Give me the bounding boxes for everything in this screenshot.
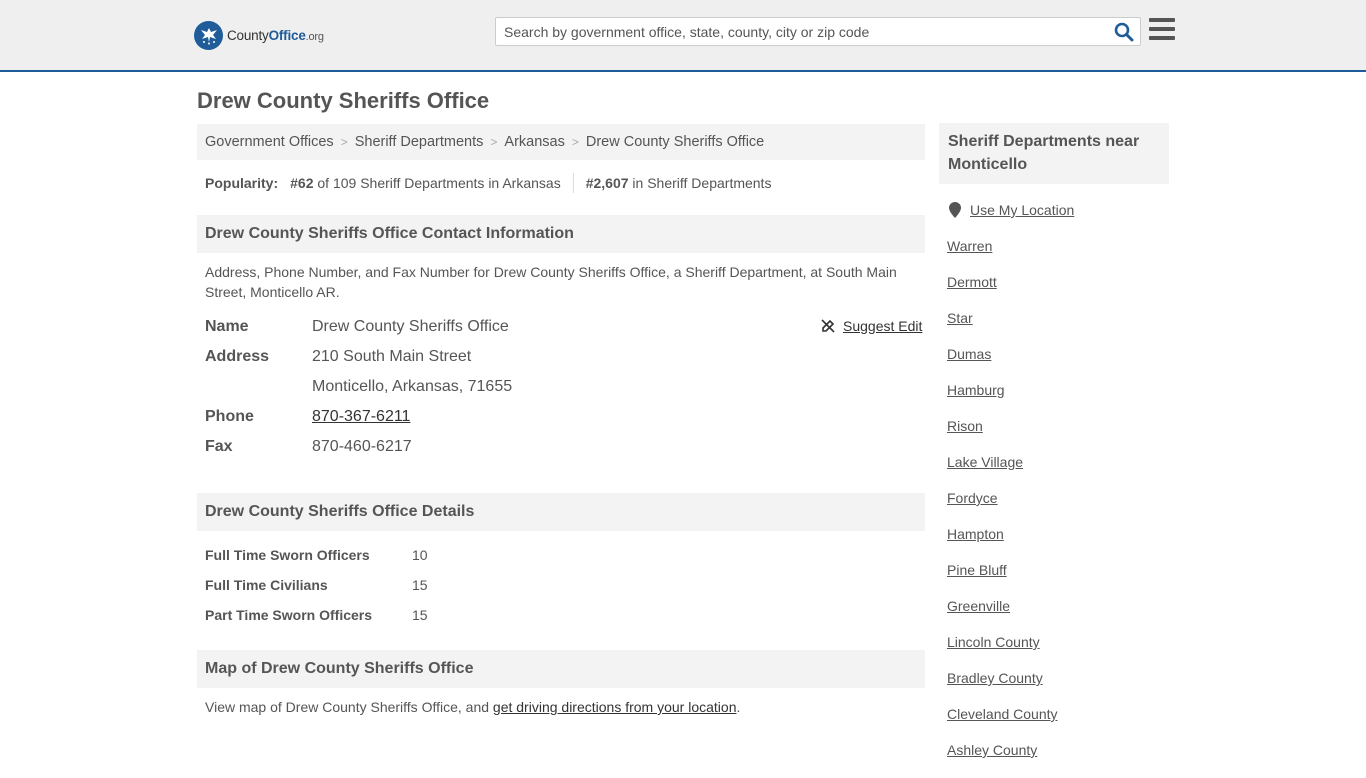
nearby-departments-list: Warren Dermott Star Dumas Hamburg Rison …	[947, 238, 1058, 778]
list-item: Dermott	[947, 274, 1058, 310]
detail-value: 15	[412, 577, 428, 593]
list-item: Dumas	[947, 346, 1058, 382]
menu-bar	[1149, 18, 1175, 22]
detail-value: 10	[412, 547, 428, 563]
nearby-link-hampton[interactable]: Hampton	[947, 526, 1004, 542]
detail-label: Full Time Civilians	[205, 577, 328, 593]
eagle-seal-icon	[194, 20, 223, 50]
list-item: Greenville	[947, 598, 1058, 634]
search-box	[495, 17, 1141, 46]
page-title: Drew County Sheriffs Office	[197, 88, 490, 113]
fax-value: 870-460-6217	[312, 438, 412, 455]
nearby-link-rison[interactable]: Rison	[947, 418, 983, 434]
suggest-edit-link[interactable]: Suggest Edit	[843, 318, 922, 334]
name-label: Name	[205, 318, 249, 335]
popularity-stats: Popularity: #62 of 109 Sheriff Departmen…	[205, 173, 771, 193]
state-rank-text: of 109 Sheriff Departments in Arkansas	[317, 175, 561, 191]
list-item: Lake Village	[947, 454, 1058, 490]
nearby-link-star[interactable]: Star	[947, 310, 973, 326]
name-value: Drew County Sheriffs Office	[312, 318, 509, 335]
contact-section-heading: Drew County Sheriffs Office Contact Info…	[197, 215, 925, 253]
breadcrumb-sheriff-departments[interactable]: Sheriff Departments	[355, 134, 484, 150]
list-item: Warren	[947, 238, 1058, 274]
nearby-link-cleveland-county[interactable]: Cleveland County	[947, 706, 1058, 722]
list-item: Star	[947, 310, 1058, 346]
map-text-before: View map of Drew County Sheriffs Office,…	[205, 699, 493, 715]
map-section-heading: Map of Drew County Sheriffs Office	[197, 650, 925, 688]
logo-wordmark: CountyOffice.org	[227, 28, 324, 43]
state-rank: #62	[290, 175, 314, 191]
list-item: Pine Bluff	[947, 562, 1058, 598]
nearby-link-ashley-county[interactable]: Ashley County	[947, 742, 1037, 758]
nearby-link-greenville[interactable]: Greenville	[947, 598, 1010, 614]
list-item: Hampton	[947, 526, 1058, 562]
nearby-link-hamburg[interactable]: Hamburg	[947, 382, 1005, 398]
use-my-location[interactable]: Use My Location	[949, 202, 1074, 218]
nearby-link-lake-village[interactable]: Lake Village	[947, 454, 1023, 470]
breadcrumb-separator-icon: >	[340, 135, 348, 149]
popularity-label: Popularity:	[205, 175, 279, 191]
divider	[572, 173, 574, 193]
map-pin-icon	[949, 202, 961, 218]
logo-county: County	[227, 27, 269, 43]
phone-label: Phone	[205, 408, 254, 425]
fax-label: Fax	[205, 438, 233, 455]
details-section-heading: Drew County Sheriffs Office Details	[197, 493, 925, 531]
menu-bar	[1149, 27, 1175, 31]
map-text-after: .	[736, 699, 741, 715]
detail-label: Part Time Sworn Officers	[205, 607, 373, 623]
phone-link[interactable]: 870-367-6211	[312, 408, 410, 425]
nearby-link-fordyce[interactable]: Fordyce	[947, 490, 998, 506]
hamburger-menu-icon[interactable]	[1149, 18, 1175, 42]
national-rank: #2,607	[585, 175, 629, 191]
nearby-link-dumas[interactable]: Dumas	[947, 346, 991, 362]
list-item: Fordyce	[947, 490, 1058, 526]
address-label: Address	[205, 348, 270, 365]
list-item: Lincoln County	[947, 634, 1058, 670]
detail-label: Full Time Sworn Officers	[205, 547, 370, 563]
nearby-link-lincoln-county[interactable]: Lincoln County	[947, 634, 1040, 650]
nearby-link-dermott[interactable]: Dermott	[947, 274, 997, 290]
driving-directions-link[interactable]: get driving directions from your locatio…	[493, 699, 737, 715]
list-item: Bradley County	[947, 670, 1058, 706]
breadcrumb-separator-icon: >	[571, 135, 579, 149]
nearby-link-bradley-county[interactable]: Bradley County	[947, 670, 1043, 686]
map-description: View map of Drew County Sheriffs Office,…	[205, 699, 740, 715]
detail-value: 15	[412, 607, 428, 623]
breadcrumb: Government Offices > Sheriff Departments…	[197, 124, 925, 160]
list-item: Hamburg	[947, 382, 1058, 418]
list-item: Cleveland County	[947, 706, 1058, 742]
breadcrumb-arkansas[interactable]: Arkansas	[504, 134, 564, 150]
top-header: CountyOffice.org	[0, 0, 1366, 72]
sidebar-heading: Sheriff Departments near Monticello	[939, 123, 1169, 184]
logo-office: Office	[268, 27, 306, 43]
logo-org: .org	[305, 30, 324, 43]
menu-bar	[1149, 36, 1175, 40]
nearby-link-pine-bluff[interactable]: Pine Bluff	[947, 562, 1007, 578]
address-line2: Monticello, Arkansas, 71655	[312, 378, 513, 395]
list-item: Rison	[947, 418, 1058, 454]
address-line1: 210 South Main Street	[312, 348, 472, 365]
nearby-link-warren[interactable]: Warren	[947, 238, 992, 254]
national-rank-text: in Sheriff Departments	[632, 175, 772, 191]
use-my-location-link[interactable]: Use My Location	[970, 202, 1074, 218]
site-logo[interactable]: CountyOffice.org	[194, 20, 324, 50]
breadcrumb-current-office[interactable]: Drew County Sheriffs Office	[586, 134, 764, 150]
contact-description: Address, Phone Number, and Fax Number fo…	[205, 264, 897, 300]
breadcrumb-separator-icon: >	[490, 135, 498, 149]
search-icon[interactable]	[1114, 22, 1134, 42]
suggest-edit[interactable]: Suggest Edit	[820, 318, 922, 334]
search-input[interactable]	[496, 18, 1096, 45]
breadcrumb-government-offices[interactable]: Government Offices	[205, 134, 334, 150]
edit-pencil-icon	[821, 319, 835, 333]
list-item: Ashley County	[947, 742, 1058, 778]
